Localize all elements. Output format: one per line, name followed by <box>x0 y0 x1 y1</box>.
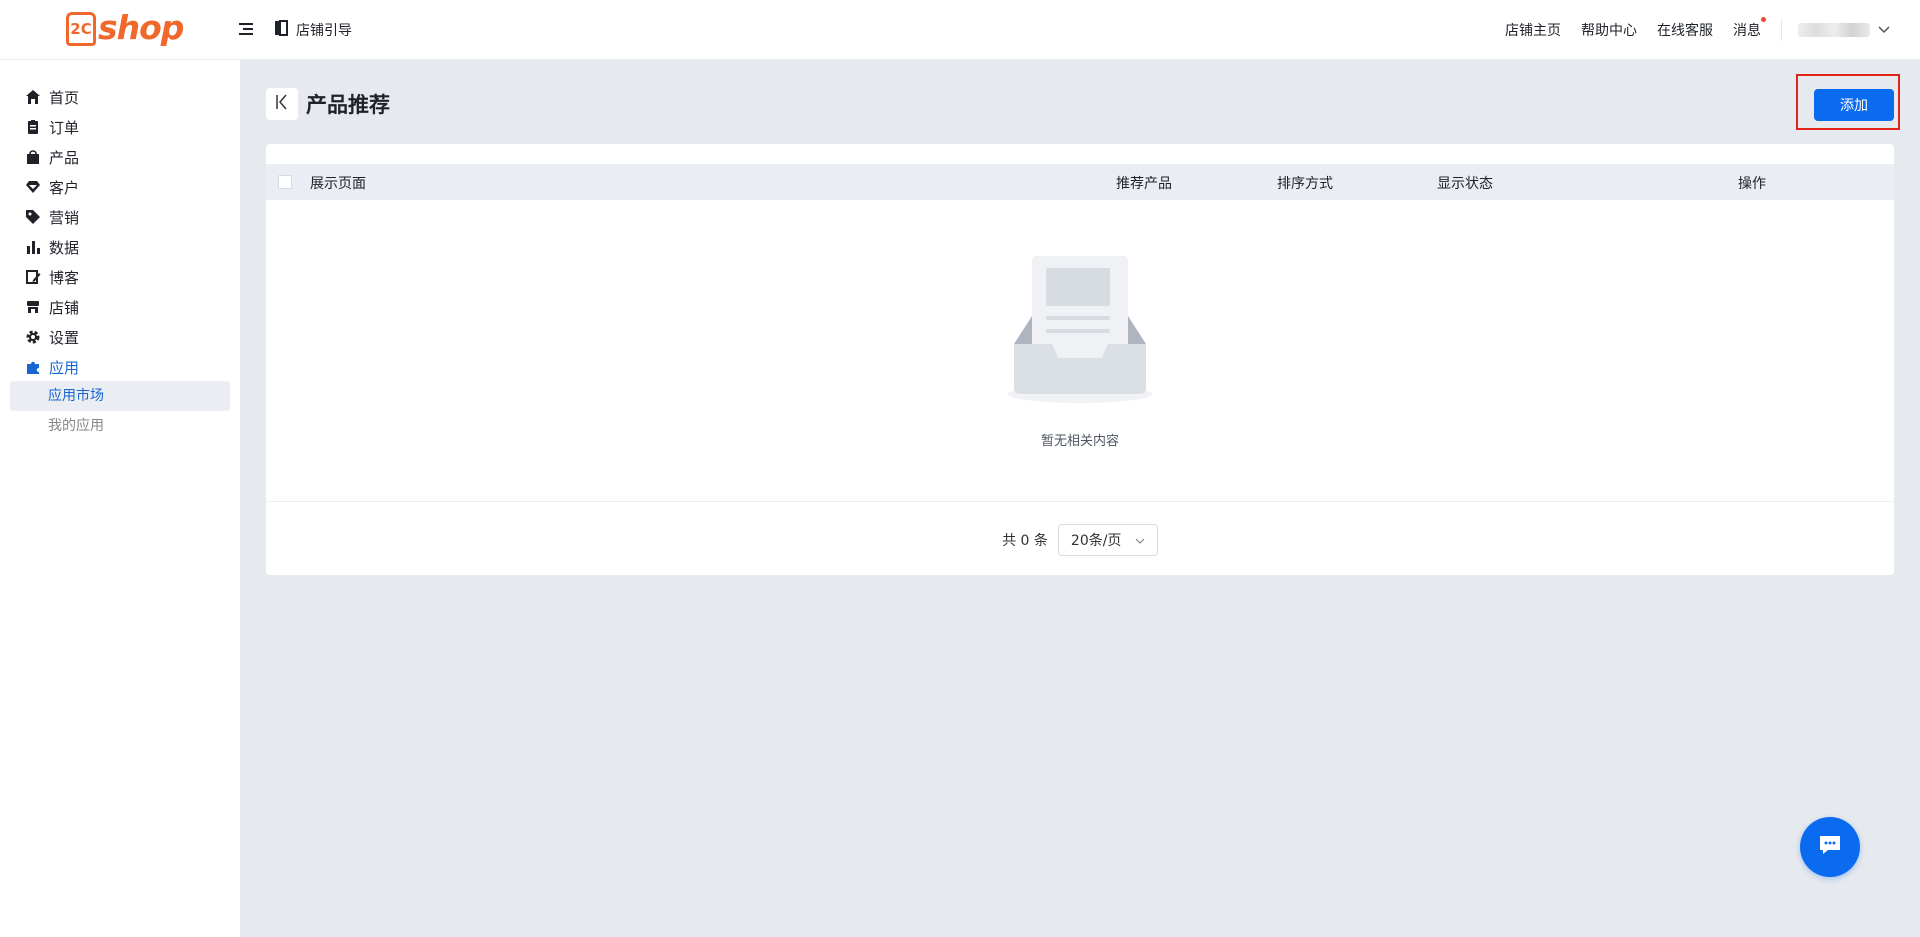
sidebar-item-apps[interactable]: 应用 <box>25 355 79 379</box>
help-center-link[interactable]: 帮助中心 <box>1581 20 1637 40</box>
sidebar-item-label: 店铺 <box>49 298 80 317</box>
sidebar-subitem-app-market[interactable]: 应用市场 <box>10 381 230 411</box>
divider <box>1781 19 1782 41</box>
avatar <box>1798 23 1870 37</box>
chat-bubble-icon <box>1818 834 1842 860</box>
order-clipboard-icon <box>25 119 41 135</box>
bar-chart-icon <box>25 239 41 255</box>
sidebar-item-label: 首页 <box>49 88 80 107</box>
home-icon <box>25 89 41 105</box>
chat-button[interactable] <box>1800 817 1860 877</box>
sidebar-subitem-my-apps[interactable]: 我的应用 <box>10 411 230 441</box>
store-home-link[interactable]: 店铺主页 <box>1505 20 1561 40</box>
book-icon <box>274 20 288 40</box>
page-size-value: 20条/页 <box>1070 533 1122 549</box>
page-title: 产品推荐 <box>306 93 390 117</box>
diamond-icon <box>25 179 41 195</box>
back-arrow-icon <box>275 94 289 114</box>
store-icon <box>25 299 41 315</box>
sidebar-item-label: 数据 <box>49 238 80 257</box>
sidebar-item-label: 博客 <box>49 268 80 287</box>
page-header: 产品推荐 <box>266 88 390 120</box>
chevron-down-icon <box>1878 22 1890 38</box>
back-button[interactable] <box>266 88 298 120</box>
table-card: 展示页面 推荐产品 排序方式 显示状态 操作 暂无相关内容 共 0 条 20条/… <box>266 144 1894 575</box>
sidebar-item-label: 设置 <box>49 328 80 347</box>
chevron-down-icon <box>1135 532 1145 548</box>
column-header-actions: 操作 <box>1738 176 1766 192</box>
pagination: 共 0 条 20条/页 <box>266 524 1894 556</box>
sidebar-item-marketing[interactable]: 营销 <box>25 205 79 229</box>
sidebar-item-products[interactable]: 产品 <box>25 145 79 169</box>
sidebar-item-customers[interactable]: 客户 <box>25 175 79 199</box>
column-header-display-page: 展示页面 <box>310 176 366 192</box>
sidebar-item-label: 客户 <box>49 178 80 197</box>
puzzle-icon <box>25 359 41 375</box>
total-count: 共 0 条 <box>1002 533 1048 549</box>
gear-icon <box>25 329 41 345</box>
top-links: 店铺主页 帮助中心 在线客服 消息 <box>1485 0 1920 60</box>
messages-link[interactable]: 消息 <box>1733 17 1766 40</box>
sidebar-item-label: 应用 <box>49 358 80 377</box>
sidebar-item-label: 营销 <box>49 208 80 227</box>
shopping-bag-icon <box>25 149 41 165</box>
sidebar-item-home[interactable]: 首页 <box>25 85 79 109</box>
sidebar-item-orders[interactable]: 订单 <box>25 115 79 139</box>
store-guide-link[interactable]: 店铺引导 <box>274 20 352 40</box>
edit-icon <box>25 269 41 285</box>
logo[interactable]: 2C shop <box>66 8 184 50</box>
add-button[interactable]: 添加 <box>1814 89 1894 121</box>
column-header-recommended-products: 推荐产品 <box>1116 176 1172 192</box>
column-header-display-status: 显示状态 <box>1437 176 1493 192</box>
top-header: 2C shop 店铺引导 店铺主页 帮助中心 在线客服 消息 <box>0 0 1920 60</box>
logo-text: shop <box>98 8 184 47</box>
sidebar-item-store[interactable]: 店铺 <box>25 295 79 319</box>
online-service-link[interactable]: 在线客服 <box>1657 20 1713 40</box>
page-size-select[interactable]: 20条/页 <box>1057 524 1158 556</box>
logo-badge: 2C <box>66 12 96 46</box>
sidebar-item-settings[interactable]: 设置 <box>25 325 79 349</box>
sidebar-item-label: 订单 <box>49 118 80 137</box>
empty-state: 暂无相关内容 <box>266 200 1894 502</box>
select-all-checkbox[interactable] <box>278 175 292 189</box>
menu-toggle-icon[interactable] <box>238 20 256 38</box>
store-guide-label: 店铺引导 <box>296 23 352 39</box>
tag-icon <box>25 209 41 225</box>
sidebar-item-label: 产品 <box>49 148 80 167</box>
user-menu[interactable] <box>1798 22 1890 38</box>
sidebar-item-data[interactable]: 数据 <box>25 235 79 259</box>
column-header-sort-method: 排序方式 <box>1277 176 1333 192</box>
empty-state-text: 暂无相关内容 <box>1040 434 1119 449</box>
table-header: 展示页面 推荐产品 排序方式 显示状态 操作 <box>266 164 1894 200</box>
sidebar: 首页 订单 产品 客户 营销 数据 博客 店铺 设置 应用 应用市场 我的应用 <box>0 60 240 937</box>
sidebar-item-blog[interactable]: 博客 <box>25 265 79 289</box>
messages-label: 消息 <box>1733 23 1761 39</box>
empty-inbox-icon <box>1006 256 1154 410</box>
notification-dot <box>1761 17 1766 22</box>
